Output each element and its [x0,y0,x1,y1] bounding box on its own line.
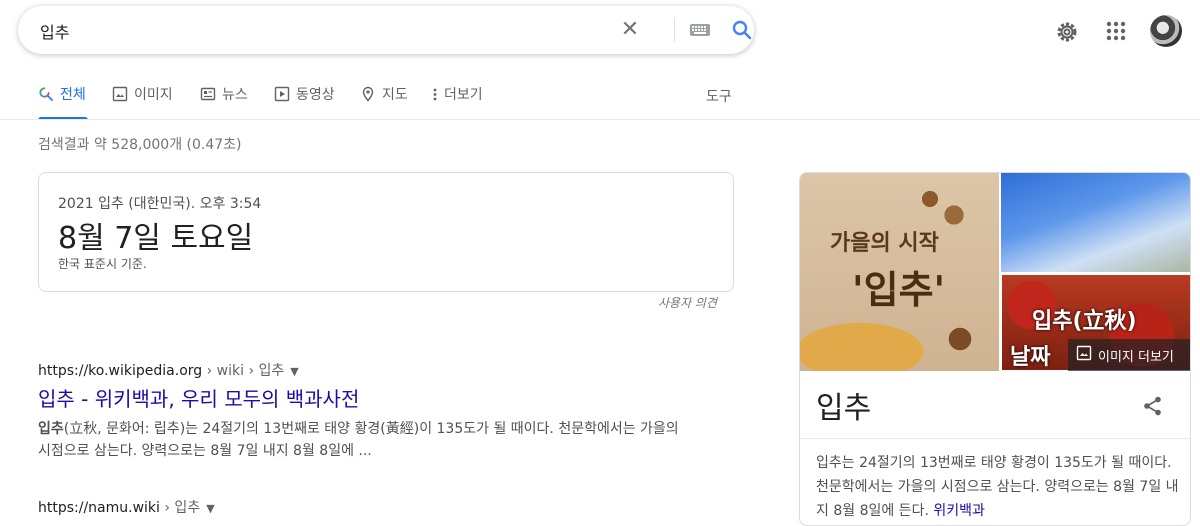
date-answer-card: 2021 입추 (대한민국). 오후 3:54 8월 7일 토요일 한국 표준시… [38,172,734,292]
more-images-label: 이미지 더보기 [1098,349,1174,365]
avatar[interactable] [1150,15,1182,47]
tab-images[interactable]: 이미지 [112,84,173,120]
result-title-link[interactable]: 입추 - 위키백과, 우리 모두의 백과사전 [38,386,688,412]
more-vert-icon [432,86,438,102]
cite-path: › 입추 [159,500,201,516]
feedback-link[interactable]: 사용자 의견 [658,294,717,311]
image-icon [1076,345,1092,365]
tab-label: 더보기 [444,87,483,103]
date-answer: 8월 7일 토요일 [58,221,254,256]
tab-label: 뉴스 [222,87,248,103]
description-text: 입추는 24절기의 13번째로 태양 황경이 135도가 될 때이다. 천문학에… [816,455,1179,519]
clear-icon[interactable]: ✕ [618,18,642,42]
tab-label: 이미지 [134,87,173,103]
search-result: https://ko.wikipedia.org › wiki › 입추 ▼ 입추… [38,360,688,462]
tab-news[interactable]: 뉴스 [200,84,248,120]
search-icon[interactable] [730,18,754,42]
image-text: '입추' [852,268,946,312]
panel-divider [800,438,1190,439]
apps-grid-icon[interactable] [1104,19,1128,43]
search-input[interactable]: 입추 [40,19,69,43]
knowledge-panel: 가을의 시작 '입추' 입추(立秋) 날짜 이미지 더보기 입추 입추는 24절… [799,172,1191,526]
map-pin-icon [360,86,376,102]
image-text: 날짜 [1010,345,1051,370]
cite-path: › wiki › 입추 [202,363,285,379]
tab-more[interactable]: 더보기 [432,84,483,120]
settings-gear-icon[interactable] [1054,19,1080,45]
keyboard-icon[interactable] [689,20,711,40]
tab-label: 동영상 [296,87,335,103]
knowledge-panel-description: 입추는 24절기의 13번째로 태양 황경이 135도가 될 때이다. 천문학에… [816,451,1182,523]
snippet-highlight: 입추 [38,421,64,437]
date-context: 2021 입추 (대한민국). 오후 3:54 [58,196,262,212]
tab-all[interactable]: 전체 [38,84,88,120]
news-icon [200,86,216,102]
image-text: 입추(立秋) [1032,309,1137,334]
image-text: 가을의 시작 [830,231,939,256]
search-divider [674,18,675,42]
result-cite[interactable]: https://namu.wiki › 입추 ▼ [38,497,688,517]
tab-maps[interactable]: 지도 [360,84,408,120]
tab-label: 지도 [382,87,408,103]
knowledge-panel-image-sky[interactable] [1001,173,1190,272]
knowledge-panel-title: 입추 [816,391,872,426]
cite-host: https://ko.wikipedia.org [38,363,203,379]
caret-down-icon[interactable]: ▼ [206,502,214,515]
search-bar[interactable]: 입추 ✕ [18,6,754,54]
knowledge-panel-main-image[interactable]: 가을의 시작 '입추' [800,173,999,371]
timezone-note: 한국 표준시 기준. [58,257,147,271]
cite-host: https://namu.wiki [38,500,160,516]
result-snippet: 입추(立秋, 문화어: 립추)는 24절기의 13번째로 태양 황경(黃經)이 … [38,418,688,462]
search-icon [38,86,54,102]
search-result: https://namu.wiki › 입추 ▼ [38,497,688,517]
tab-label: 전체 [60,87,86,103]
source-link[interactable]: 위키백과 [933,503,985,519]
video-icon [274,86,290,102]
tab-videos[interactable]: 동영상 [274,84,335,120]
image-icon [112,86,128,102]
snippet-text: (立秋, 문화어: 립추)는 24절기의 13번째로 태양 황경(黃經)이 13… [38,421,679,459]
tabs-divider [0,119,1200,120]
result-stats: 검색결과 약 528,000개 (0.47초) [38,137,242,153]
caret-down-icon[interactable]: ▼ [290,365,298,378]
result-cite[interactable]: https://ko.wikipedia.org › wiki › 입추 ▼ [38,360,688,380]
tools-button[interactable]: 도구 [706,86,732,106]
share-icon[interactable] [1142,395,1164,417]
more-images-button[interactable]: 이미지 더보기 [1068,339,1190,371]
